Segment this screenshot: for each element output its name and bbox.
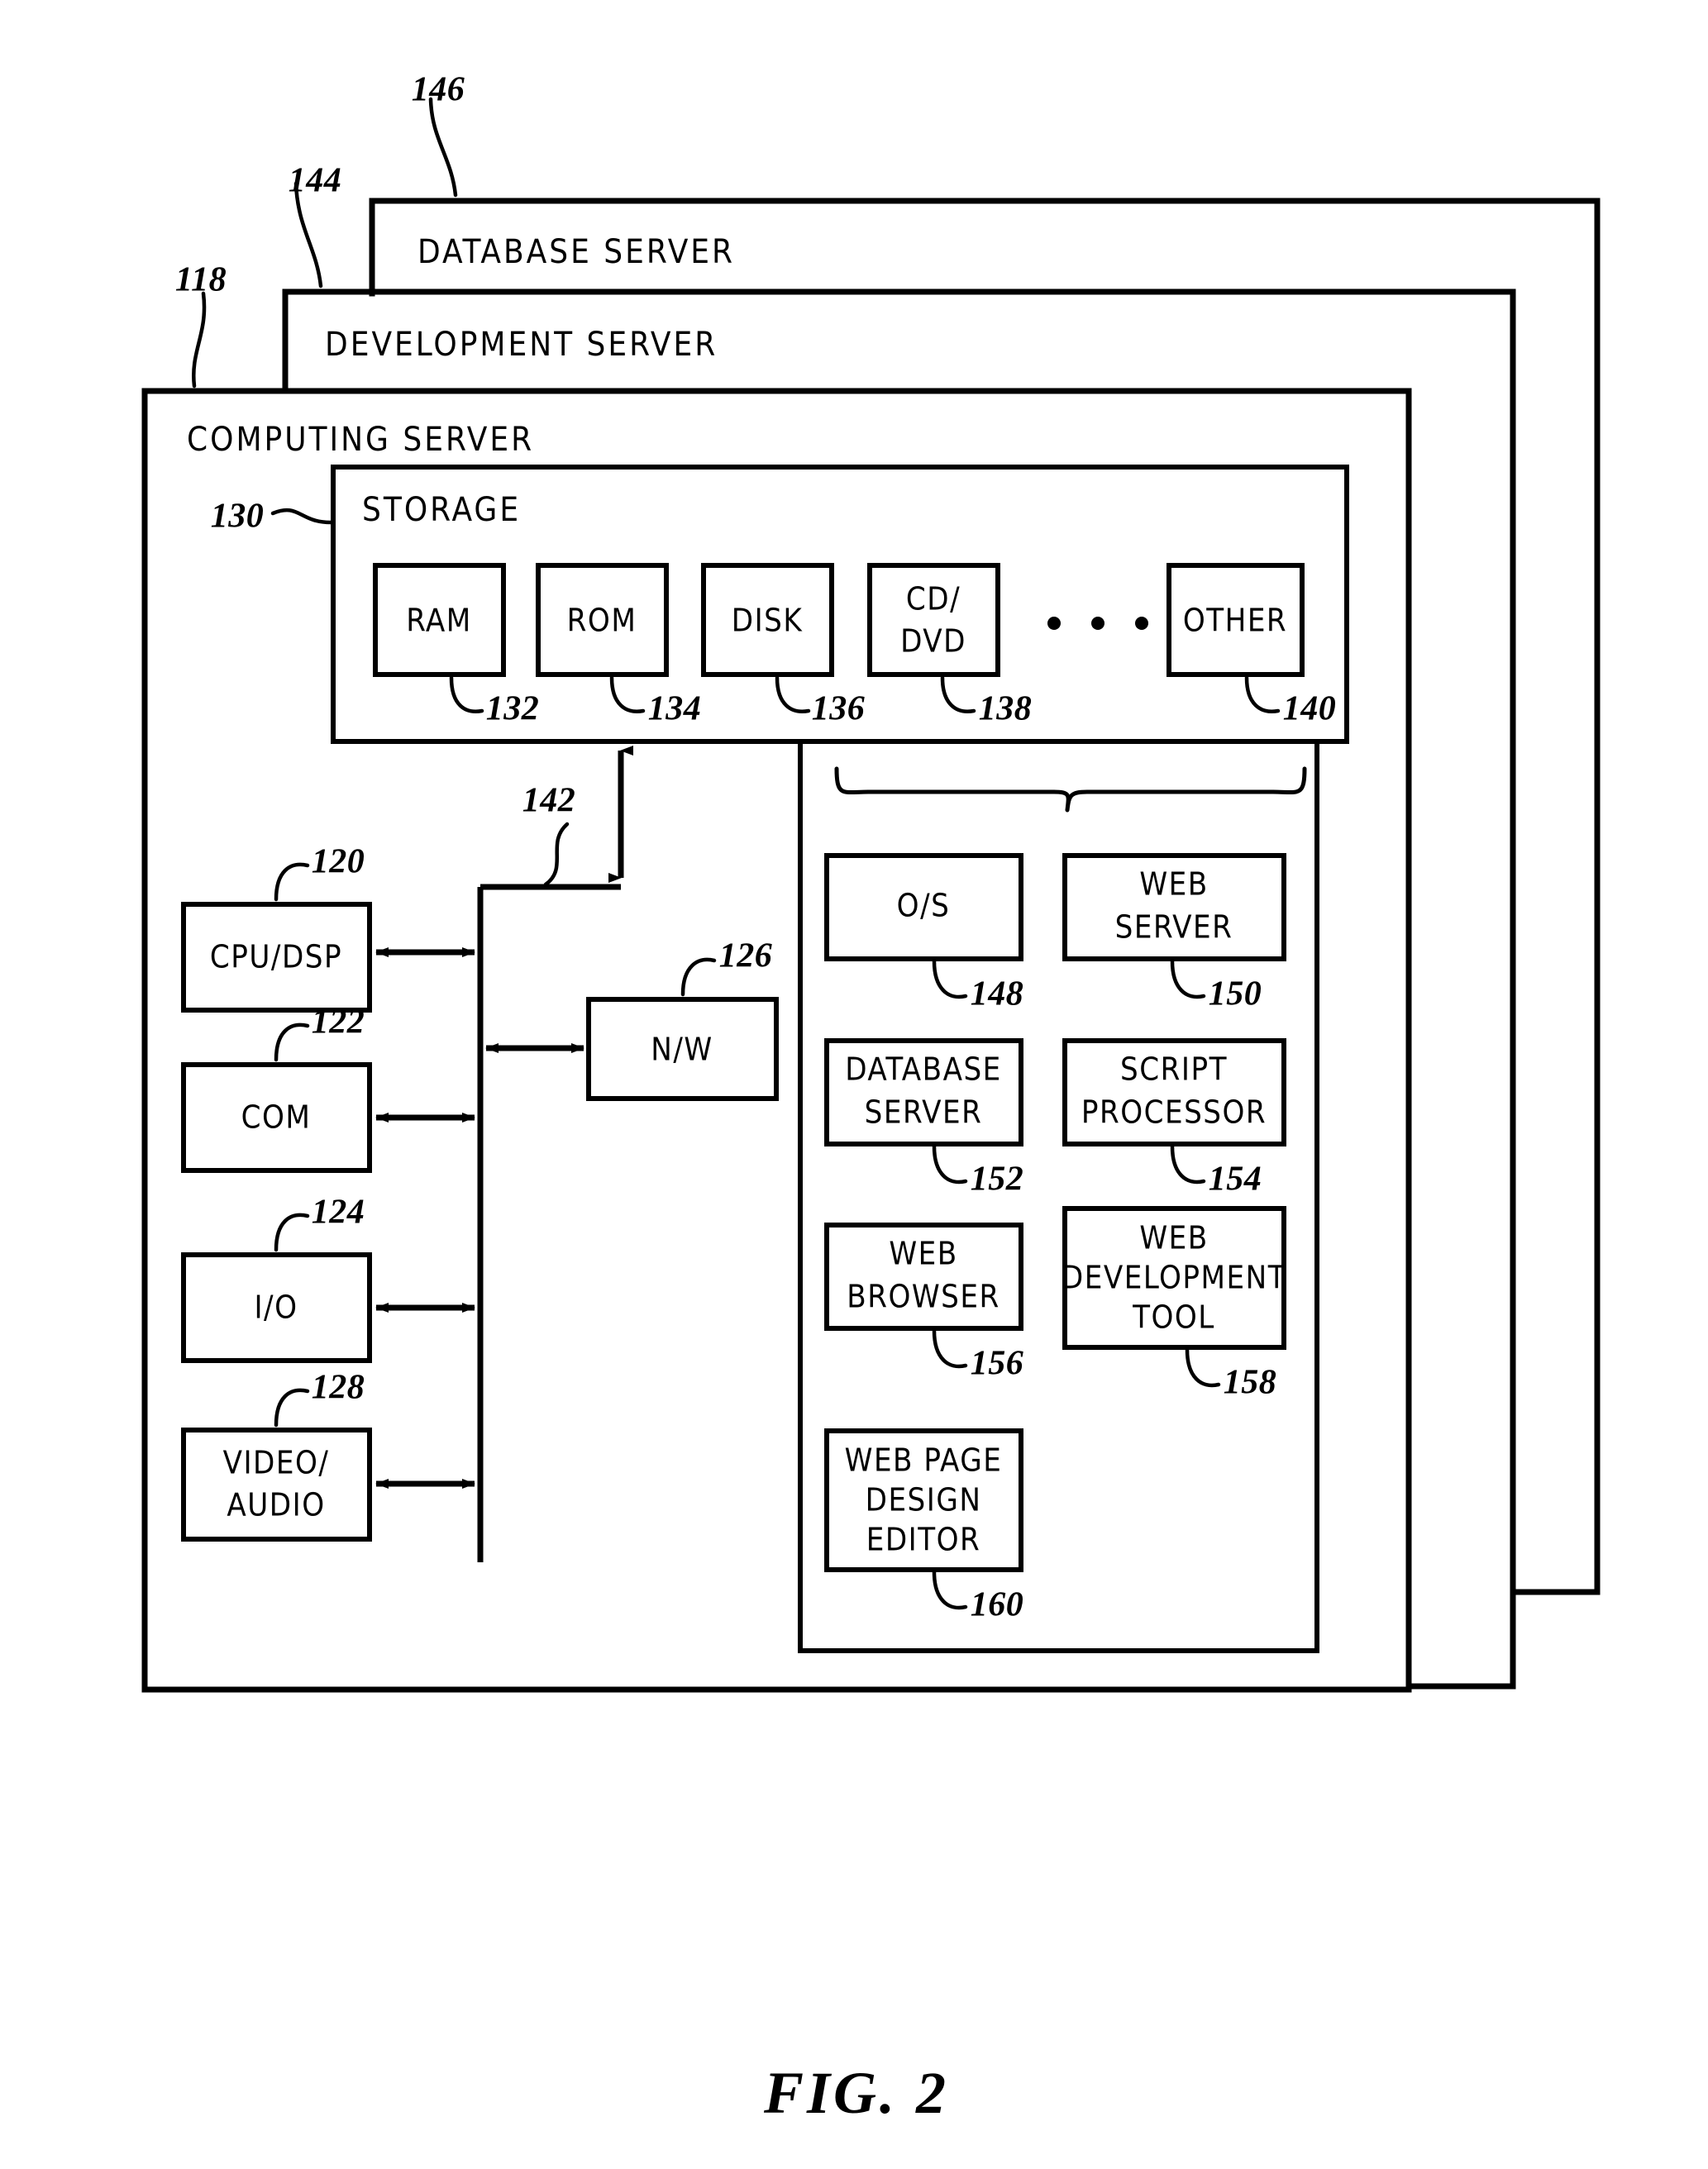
system-bus: 142 (477, 746, 633, 1562)
frame-title-development-server: DEVELOPMENT SERVER (325, 326, 718, 364)
software-item-web-page-design-editor-label-line1: WEB PAGE (845, 1442, 1003, 1479)
software-item-web-server: WEB SERVER 150 (1062, 853, 1286, 1013)
storage-item-rom-label: ROM (567, 603, 637, 639)
hardware-item-video-audio-label-line1: VIDEO/ (223, 1445, 330, 1481)
storage-item-cd-dvd-label-line1: CD/ (906, 581, 961, 617)
ref-number-150: 150 (1209, 975, 1262, 1013)
network-interface: N/W 126 (485, 937, 779, 1101)
storage-item-other-label: OTHER (1183, 603, 1287, 639)
hardware-item-cpu-dsp-label: CPU/DSP (210, 939, 342, 975)
software-item-web-browser-label-line2: BROWSER (847, 1279, 1000, 1315)
ref-number-136: 136 (812, 690, 866, 728)
ref-number-158: 158 (1224, 1364, 1277, 1402)
software-item-web-browser-label-line1: WEB (889, 1236, 957, 1272)
software-item-web-page-design-editor-label-line3: EDITOR (866, 1522, 981, 1558)
ref-number-142: 142 (522, 782, 576, 820)
hardware-item-com: COM 122 (181, 1003, 475, 1173)
ref-number-132: 132 (486, 690, 540, 728)
ref-number-148: 148 (971, 975, 1024, 1013)
ref-number-118: 118 (175, 261, 227, 299)
software-item-web-development-tool: WEB DEVELOPMENT TOOL 158 (1062, 1206, 1286, 1402)
storage-title: STORAGE (362, 491, 521, 529)
ref-number-160: 160 (971, 1586, 1024, 1624)
figure-2-block-diagram: DATABASE SERVER 146 DEVELOPMENT SERVER 1… (141, 71, 1601, 2126)
software-item-web-browser: WEB BROWSER 156 (824, 1223, 1024, 1383)
ref-number-138: 138 (979, 690, 1033, 728)
storage-item-disk: DISK 136 (701, 563, 866, 728)
ref-number-140: 140 (1283, 690, 1337, 728)
network-interface-label: N/W (651, 1032, 713, 1068)
storage-item-other: OTHER 140 (1166, 563, 1337, 728)
software-item-web-development-tool-label-line3: TOOL (1132, 1299, 1215, 1336)
ref-number-152: 152 (971, 1161, 1024, 1199)
software-item-web-server-label-line2: SERVER (1115, 909, 1233, 946)
software-item-web-page-design-editor-label-line2: DESIGN (866, 1482, 982, 1518)
storage-item-ram-label: RAM (406, 603, 472, 639)
figure-caption: FIG. 2 (763, 2060, 949, 2126)
frame-title-computing-server: COMPUTING SERVER (187, 421, 534, 459)
ref-number-126: 126 (719, 937, 773, 975)
ref-number-130: 130 (211, 498, 265, 536)
software-item-script-processor: SCRIPT PROCESSOR 154 (1062, 1038, 1286, 1199)
software-panel: O/S 148 WEB SERVER 150 DATABASE SERVER 1… (798, 739, 1319, 1653)
software-item-web-development-tool-label-line1: WEB (1139, 1220, 1208, 1256)
ref-number-128: 128 (312, 1369, 365, 1407)
hardware-item-com-label: COM (241, 1099, 312, 1136)
storage-item-ram: RAM 132 (373, 563, 540, 728)
hardware-item-io-label: I/O (254, 1289, 298, 1326)
hardware-item-video-audio-label-line2: AUDIO (227, 1487, 325, 1523)
ref-number-154: 154 (1209, 1161, 1262, 1199)
storage-item-cd-dvd: CD/ DVD 138 (867, 563, 1033, 728)
software-item-web-development-tool-label-line2: DEVELOPMENT (1062, 1260, 1286, 1296)
hardware-item-io: I/O 124 (181, 1194, 475, 1363)
ref-number-124: 124 (312, 1194, 365, 1232)
software-item-database-server-label-line1: DATABASE (845, 1051, 1002, 1088)
storage-item-cd-dvd-label-line2: DVD (900, 623, 966, 660)
storage-panel: STORAGE 130 RAM 132 ROM 134 DISK 136 CD/… (211, 465, 1349, 744)
software-item-web-page-design-editor: WEB PAGE DESIGN EDITOR 160 (824, 1428, 1024, 1624)
ref-number-146: 146 (412, 71, 465, 109)
ref-number-120: 120 (312, 843, 365, 881)
storage-item-rom: ROM 134 (536, 563, 702, 728)
ref-number-156: 156 (971, 1345, 1024, 1383)
ref-number-134: 134 (648, 690, 702, 728)
software-item-os: O/S 148 (824, 853, 1024, 1013)
software-item-os-label: O/S (897, 888, 951, 924)
software-item-database-server: DATABASE SERVER 152 (824, 1038, 1024, 1199)
software-item-database-server-label-line2: SERVER (865, 1094, 983, 1131)
patent-figure: DATABASE SERVER 146 DEVELOPMENT SERVER 1… (0, 0, 1708, 2169)
software-grouping-brace (834, 766, 1307, 813)
hardware-item-cpu-dsp: CPU/DSP 120 (181, 843, 475, 1013)
ref-number-144: 144 (289, 162, 342, 200)
hardware-item-video-audio: VIDEO/ AUDIO 128 (181, 1369, 475, 1542)
storage-ellipsis (1047, 617, 1148, 630)
ref-number-122: 122 (312, 1003, 365, 1042)
software-item-script-processor-label-line2: PROCESSOR (1081, 1094, 1267, 1131)
storage-item-disk-label: DISK (732, 603, 804, 639)
software-item-script-processor-label-line1: SCRIPT (1120, 1051, 1228, 1088)
software-item-web-server-label-line1: WEB (1139, 866, 1208, 903)
frame-title-database-server: DATABASE SERVER (417, 233, 735, 271)
